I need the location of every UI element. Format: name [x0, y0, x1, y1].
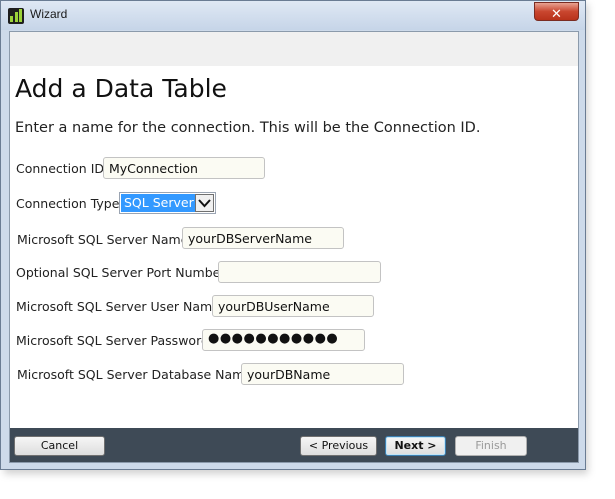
- connection-id-label: Connection ID: [16, 161, 105, 176]
- port-label: Optional SQL Server Port Number: [16, 265, 226, 280]
- database-name-label: Microsoft SQL Server Database Name: [17, 367, 253, 382]
- close-button[interactable]: ✕: [534, 2, 579, 22]
- finish-button: Finish: [455, 436, 527, 456]
- wizard-content: Add a Data Table Enter a name for the co…: [9, 31, 579, 463]
- next-button[interactable]: Next >: [385, 436, 446, 456]
- password-input[interactable]: ●●●●●●●●●●●: [202, 329, 365, 351]
- port-input[interactable]: [218, 261, 381, 283]
- chevron-down-icon[interactable]: [195, 194, 214, 212]
- connection-type-value: SQL Server: [121, 194, 197, 212]
- app-icon: [8, 8, 24, 24]
- cancel-button[interactable]: Cancel: [14, 436, 105, 456]
- close-icon: ✕: [551, 7, 562, 22]
- server-name-label: Microsoft SQL Server Name: [17, 232, 189, 247]
- title-bar[interactable]: Wizard ✕: [1, 1, 585, 30]
- button-bar: Cancel < Previous Next > Finish: [10, 428, 578, 462]
- database-name-input[interactable]: yourDBName: [241, 363, 404, 385]
- user-name-input[interactable]: yourDBUserName: [212, 295, 374, 317]
- window-title: Wizard: [30, 7, 68, 21]
- user-name-label: Microsoft SQL Server User Name: [16, 299, 220, 314]
- connection-type-select[interactable]: SQL Server: [119, 192, 216, 214]
- instruction-text: Enter a name for the connection. This wi…: [15, 120, 481, 136]
- connection-id-input[interactable]: MyConnection: [103, 157, 265, 179]
- wizard-window: Wizard ✕ Add a Data Table Enter a name f…: [0, 0, 586, 470]
- password-label: Microsoft SQL Server Password: [16, 333, 209, 348]
- header-banner: [10, 32, 578, 66]
- server-name-input[interactable]: yourDBServerName: [182, 227, 344, 249]
- previous-button[interactable]: < Previous: [300, 436, 377, 456]
- page-title: Add a Data Table: [15, 74, 227, 103]
- connection-type-label: Connection Type: [16, 196, 120, 211]
